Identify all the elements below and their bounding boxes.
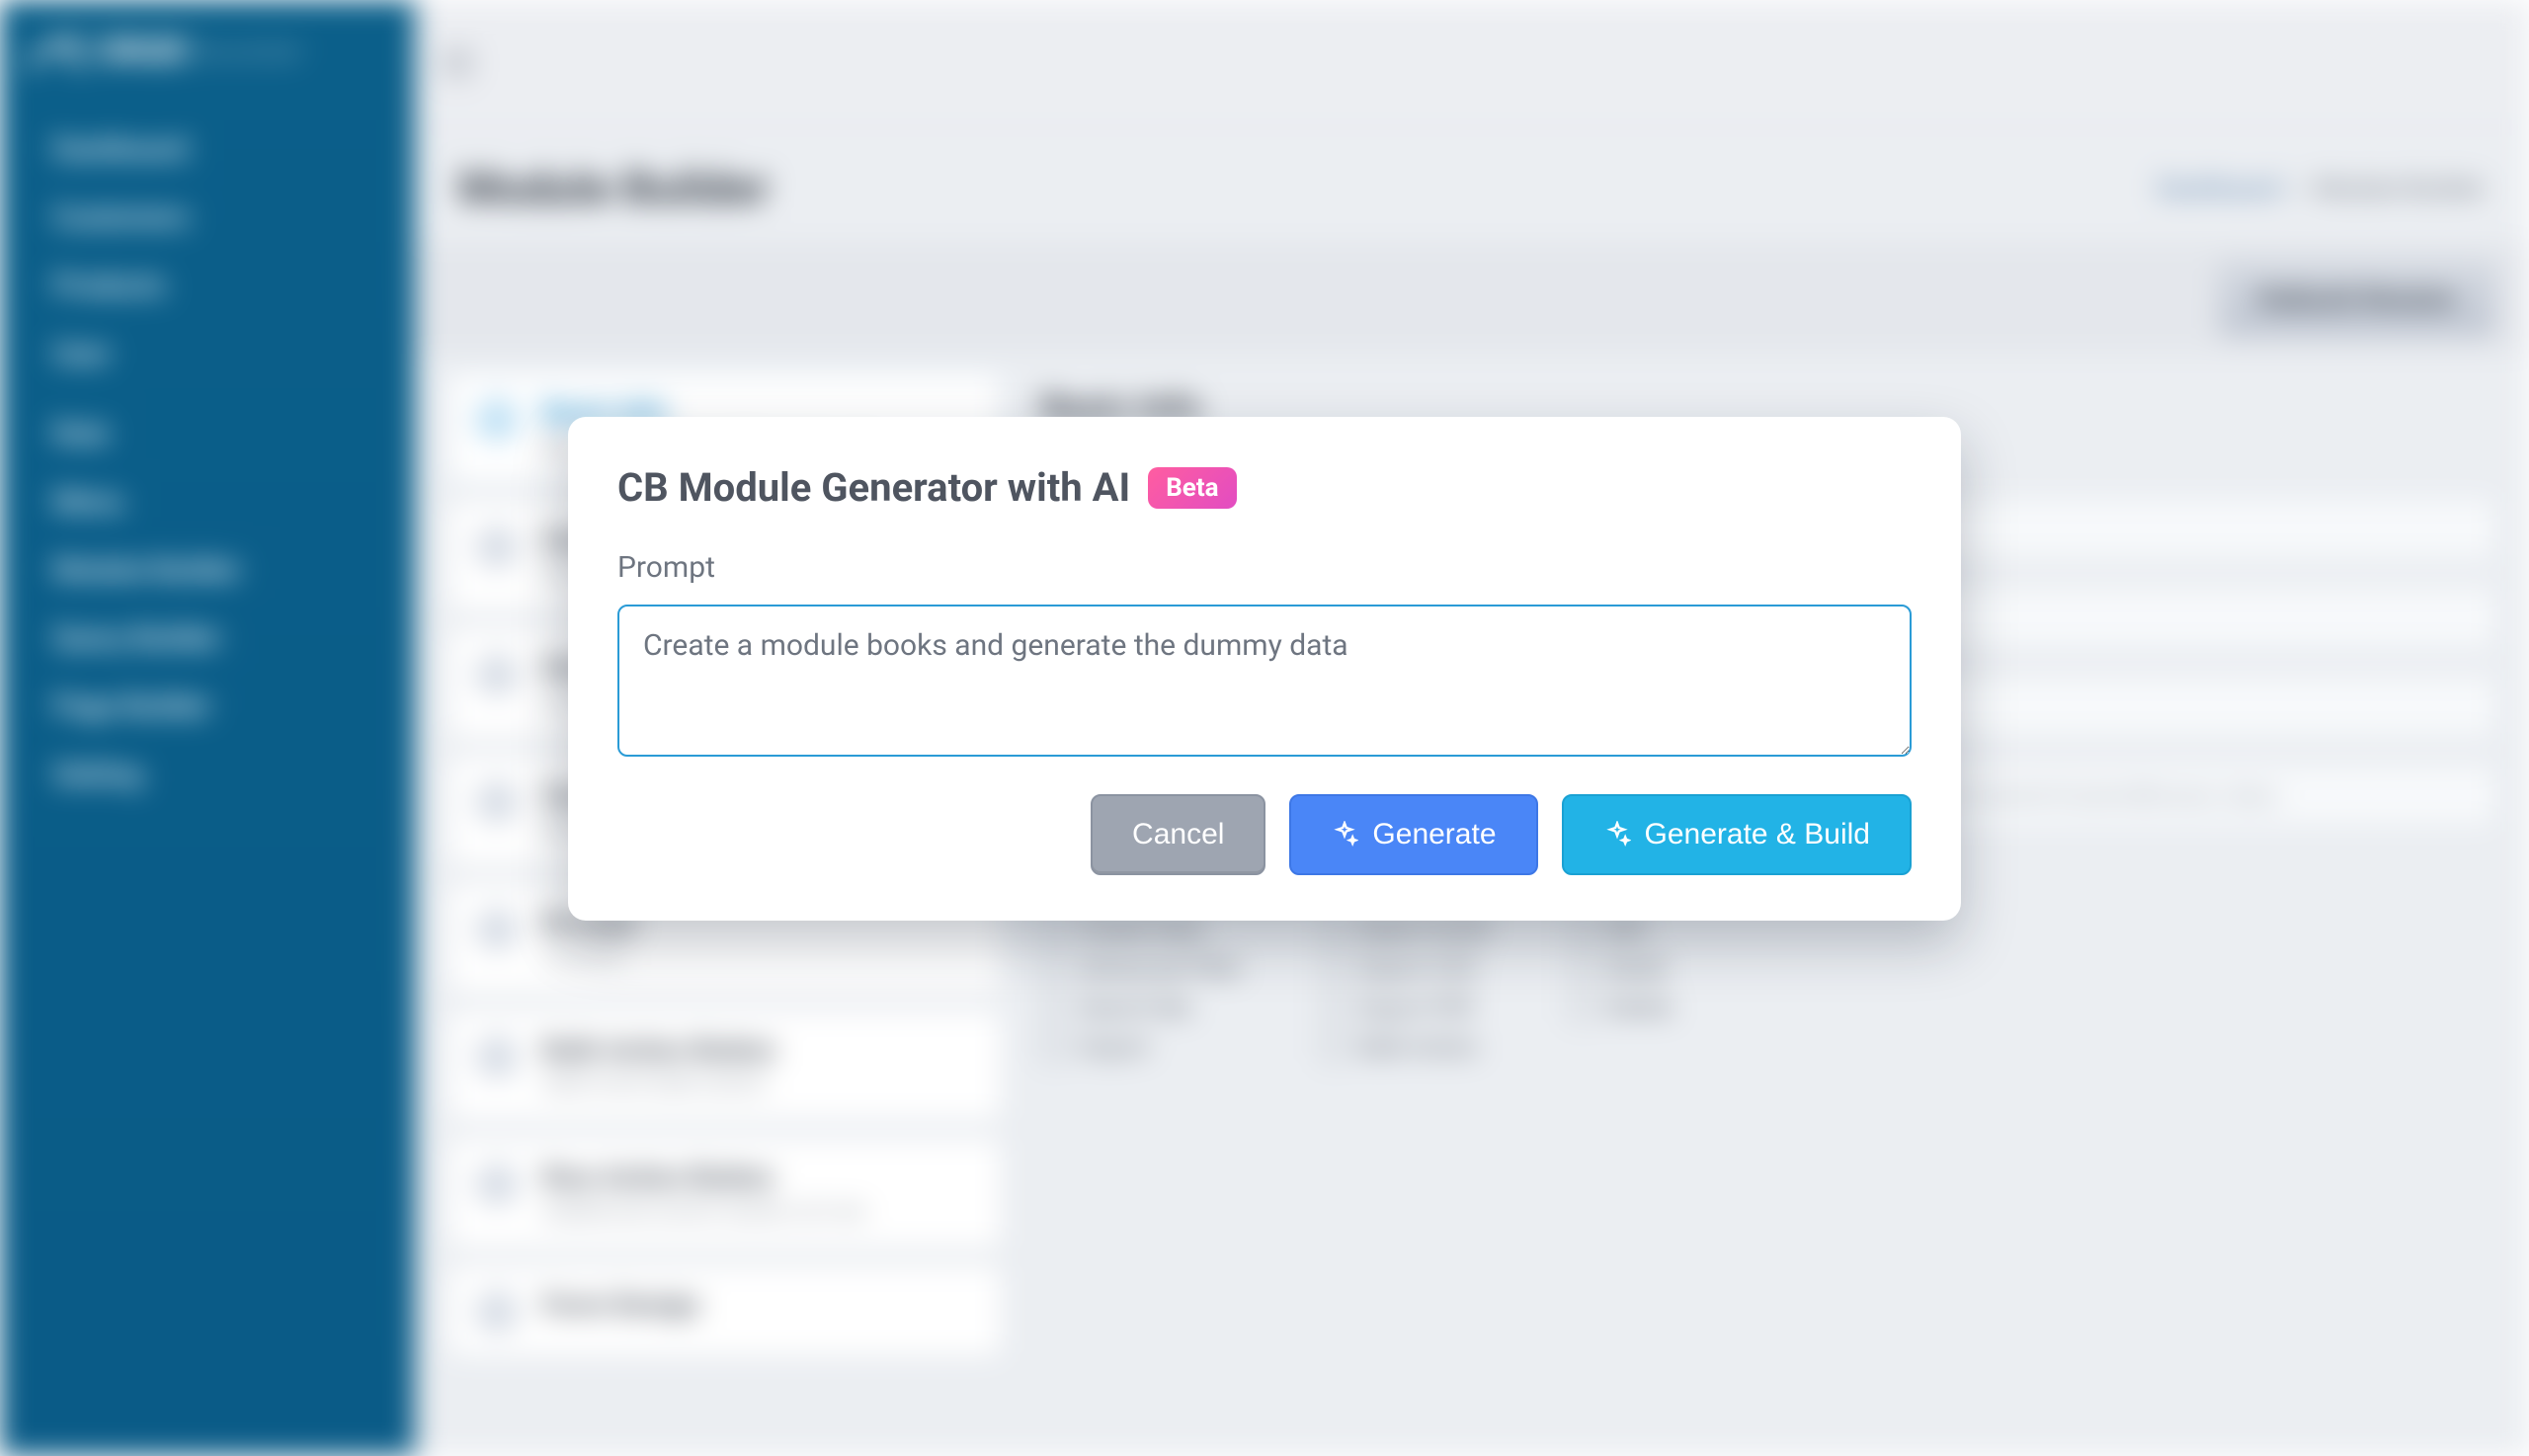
cancel-label: Cancel bbox=[1132, 818, 1224, 851]
prompt-label: Prompt bbox=[617, 550, 1912, 585]
prompt-input[interactable] bbox=[617, 605, 1912, 757]
modal-header: CB Module Generator with AI Beta bbox=[617, 464, 1912, 511]
generate-build-label: Generate & Build bbox=[1645, 818, 1870, 851]
ai-generator-modal: CB Module Generator with AI Beta Prompt … bbox=[568, 417, 1961, 921]
sparkle-icon bbox=[1603, 821, 1631, 849]
cancel-button[interactable]: Cancel bbox=[1091, 794, 1265, 875]
modal-actions: Cancel Generate Generate & Build bbox=[617, 794, 1912, 875]
generate-button[interactable]: Generate bbox=[1289, 794, 1537, 875]
modal-overlay: CB Module Generator with AI Beta Prompt … bbox=[0, 0, 2529, 1456]
beta-badge: Beta bbox=[1148, 467, 1236, 509]
modal-title: CB Module Generator with AI bbox=[617, 464, 1130, 511]
generate-label: Generate bbox=[1372, 818, 1496, 851]
sparkle-icon bbox=[1331, 821, 1358, 849]
generate-build-button[interactable]: Generate & Build bbox=[1562, 794, 1912, 875]
